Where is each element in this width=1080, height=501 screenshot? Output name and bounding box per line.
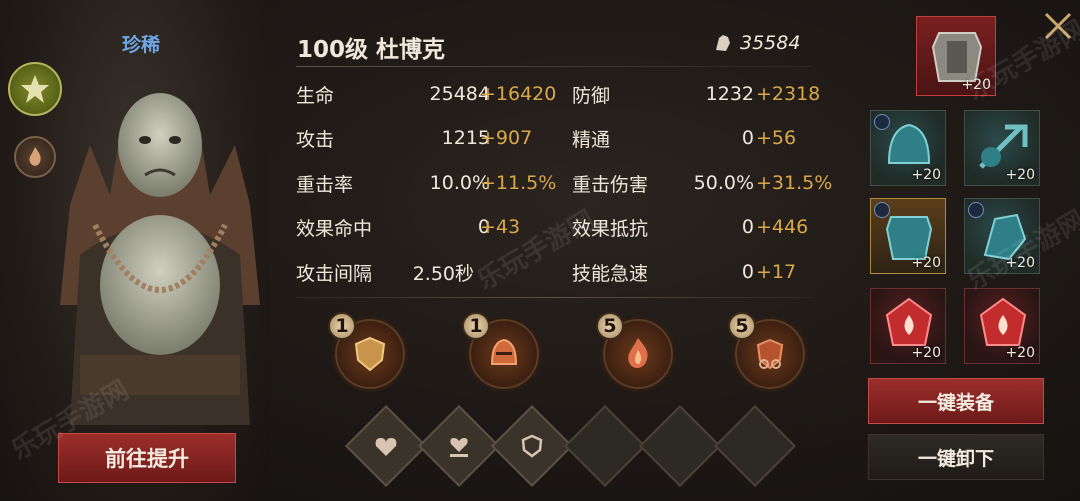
equipment-level: +20 [1005, 345, 1035, 361]
stat-label: 重击率 [296, 173, 354, 196]
stat-bonus: +2318 [756, 83, 821, 105]
flame-icon [628, 338, 648, 368]
stat-row: 重击率 10.0% +11.5% [296, 169, 566, 197]
stat-row: 技能急速 0 +17 [572, 258, 826, 286]
set-badge-icon [874, 114, 890, 130]
skill-level-badge: 1 [328, 312, 356, 340]
stat-bonus: +11.5% [480, 172, 557, 194]
skill-level-badge: 5 [728, 312, 756, 340]
stat-bonus: +907 [480, 127, 533, 149]
empty-rune-slot[interactable] [713, 404, 797, 488]
class-badge-icon[interactable] [8, 62, 62, 116]
stat-row: 重击伤害 50.0% +31.5% [572, 169, 832, 197]
equipment-slot[interactable]: +20 [964, 110, 1040, 186]
hero-rarity: 珍稀 [122, 34, 161, 56]
heart-icon [375, 438, 397, 456]
stat-row: 效果抵抗 0 +446 [572, 213, 826, 241]
rune-slot[interactable] [490, 404, 574, 488]
heart-hand-icon [450, 438, 468, 457]
stat-label: 攻击间隔 [296, 262, 373, 285]
stat-label: 攻击 [296, 128, 335, 151]
stat-bonus: +43 [480, 216, 521, 238]
hero-portrait [60, 93, 260, 425]
stat-base: 0 [741, 216, 754, 238]
stat-bonus: +446 [756, 216, 809, 238]
stat-label: 重击伤害 [572, 173, 649, 196]
unequip-all-button[interactable]: 一键卸下 [868, 434, 1044, 480]
stat-base: 2.50秒 [412, 262, 474, 285]
equipment-slot[interactable]: +20 [964, 288, 1040, 364]
fire-element-icon[interactable] [14, 136, 56, 178]
rune-slot[interactable] [417, 404, 501, 488]
stat-label: 技能急速 [572, 262, 649, 285]
equipment-level: +20 [911, 345, 941, 361]
shield-icon [521, 434, 543, 458]
combat-power-value: 35584 [740, 32, 801, 54]
combat-power: 35584 [712, 32, 800, 54]
stat-label: 防御 [572, 84, 611, 107]
helmet-icon [490, 338, 518, 365]
empty-rune-slot[interactable] [563, 404, 647, 488]
divider [296, 297, 812, 298]
hero-title: 100级 杜博克 [297, 37, 446, 63]
rune-slot[interactable] [344, 404, 428, 488]
stat-base: 0 [741, 127, 754, 149]
skill-level-badge: 1 [462, 312, 490, 340]
stat-row: 防御 1232 +2318 [572, 80, 826, 108]
stat-bonus: +16420 [480, 83, 557, 105]
stat-base: 0 [741, 261, 754, 283]
stat-label: 效果命中 [296, 217, 373, 240]
go-upgrade-button[interactable]: 前往提升 [58, 433, 236, 483]
stat-bonus: +17 [756, 261, 797, 283]
set-badge-icon [968, 202, 984, 218]
stat-label: 精通 [572, 128, 611, 151]
chain-shield-icon [756, 338, 784, 370]
shield-icon [354, 336, 386, 372]
equipment-slot[interactable]: +20 [870, 110, 946, 186]
stat-row: 攻击 1215 +907 [296, 124, 566, 152]
stat-base: 50.0% [693, 172, 754, 194]
stat-row: 精通 0 +56 [572, 124, 826, 152]
stat-bonus: +31.5% [756, 172, 833, 194]
set-badge-icon [874, 202, 890, 218]
divider [296, 66, 812, 67]
power-icon [716, 35, 730, 51]
equip-all-button[interactable]: 一键装备 [868, 378, 1044, 424]
equipment-level: +20 [911, 255, 941, 271]
equipment-level: +20 [911, 167, 941, 183]
equipment-slot[interactable]: +20 [870, 198, 946, 274]
empty-rune-slot[interactable] [638, 404, 722, 488]
equipment-slot[interactable]: +20 [870, 288, 946, 364]
stat-row: 生命 25484 +16420 [296, 80, 566, 108]
skill-level-badge: 5 [596, 312, 624, 340]
stat-base: 1232 [705, 83, 754, 105]
equipment-level: +20 [1005, 167, 1035, 183]
stat-bonus: +56 [756, 127, 797, 149]
stat-label: 生命 [296, 84, 335, 107]
